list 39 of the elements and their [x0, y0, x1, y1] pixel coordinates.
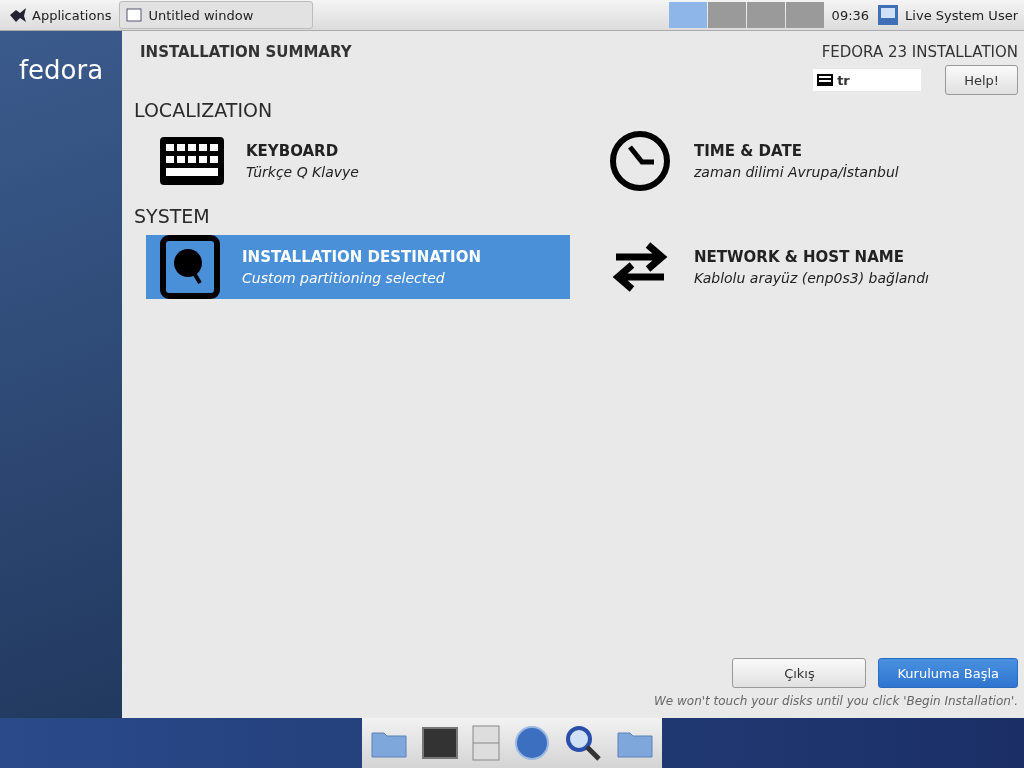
workspace-switcher[interactable]: [746, 2, 785, 28]
workspace-switcher[interactable]: [707, 2, 746, 28]
keyboard-layout-indicator[interactable]: tr: [813, 69, 922, 91]
taskbar-window-button[interactable]: Untitled window: [119, 1, 314, 29]
keyboard-icon: [160, 137, 224, 185]
spoke-status: Kablolu arayüz (enp0s3) bağlandı: [694, 270, 929, 286]
quit-button[interactable]: Çıkış: [732, 658, 867, 688]
product-title: FEDORA 23 INSTALLATION: [821, 43, 1018, 61]
section-title: SYSTEM: [134, 205, 211, 227]
clock: 09:36: [831, 7, 870, 23]
workspace-switcher[interactable]: [785, 2, 824, 28]
mouse-logo-icon: [8, 6, 28, 24]
spoke-title: NETWORK & HOST NAME: [694, 248, 905, 266]
terminal-icon[interactable]: [422, 727, 458, 759]
workspace-switcher[interactable]: [668, 2, 707, 28]
spoke-status: Türkçe Q Klavye: [246, 164, 359, 180]
spoke-title: INSTALLATION DESTINATION: [242, 248, 481, 266]
warning-note: We won't touch your disks until you click 'Begin Installation'.: [653, 694, 1018, 708]
monitor-icon[interactable]: [877, 4, 900, 26]
page-title: INSTALLATION SUMMARY: [139, 43, 352, 63]
spoke-status: zaman dilimi Avrupa/İstanbul: [694, 164, 899, 180]
section-title: LOCALIZATION: [134, 99, 274, 121]
help-button[interactable]: Help!: [945, 65, 1018, 95]
globe-icon[interactable]: [514, 725, 550, 761]
spoke-title: KEYBOARD: [246, 142, 340, 160]
spoke-item[interactable]: KEYBOARD Türkçe Q Klavye: [146, 129, 570, 193]
fedora-logo: fedora: [18, 55, 104, 87]
clock-icon: [608, 129, 672, 193]
file-cabinet-icon[interactable]: [472, 725, 500, 761]
spoke-title: TIME & DATE: [694, 142, 803, 160]
keyboard-icon: [817, 74, 834, 86]
search-icon[interactable]: [564, 724, 602, 762]
begin-installation-button[interactable]: Kuruluma Başla: [878, 658, 1018, 688]
spoke-status: Custom partitioning selected: [242, 270, 446, 286]
spoke-item[interactable]: TIME & DATE zaman dilimi Avrupa/İstanbul: [594, 129, 1018, 193]
spoke-item[interactable]: NETWORK & HOST NAME Kablolu arayüz (enp0s3) bağlandı: [594, 235, 1018, 299]
user-menu[interactable]: Live System User: [905, 7, 1018, 23]
applications-menu[interactable]: Applications: [0, 6, 120, 24]
window-icon: [126, 8, 143, 22]
